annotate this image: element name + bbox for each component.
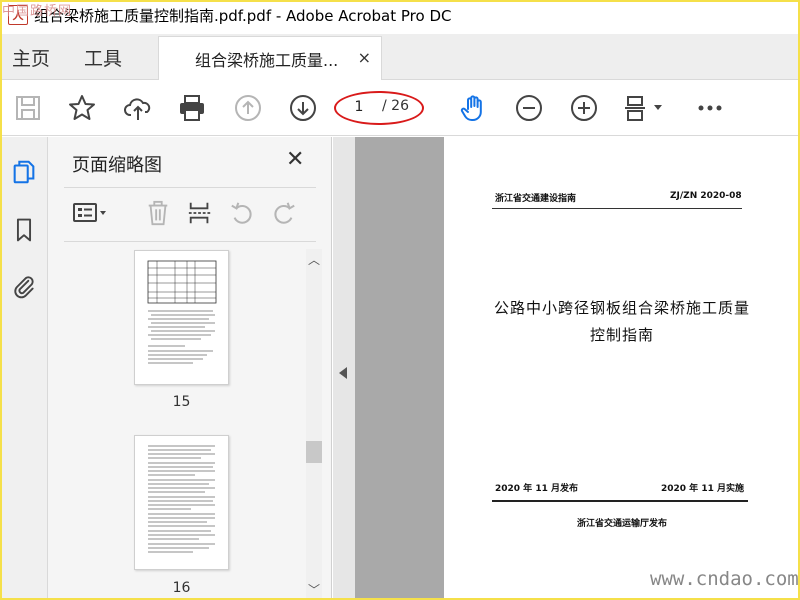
zoom-in-icon[interactable]	[568, 92, 600, 124]
doc-title-line1: 公路中小跨径钢板组合梁桥施工质量	[493, 299, 750, 317]
upload-cloud-icon[interactable]	[122, 92, 154, 124]
navigation-rail	[0, 137, 48, 600]
hand-tool-icon[interactable]	[458, 92, 490, 124]
save-icon[interactable]	[12, 92, 44, 124]
tab-tools[interactable]: 工具	[84, 44, 122, 71]
doc-header-left: 浙江省交通建设指南	[495, 194, 577, 204]
collapse-arrow-icon[interactable]	[339, 367, 347, 379]
more-icon[interactable]	[694, 92, 726, 124]
window-title: 组合梁桥施工质量控制指南.pdf.pdf - Adobe Acrobat Pro…	[34, 6, 452, 25]
tab-home[interactable]: 主页	[12, 44, 50, 71]
zoom-out-icon[interactable]	[513, 92, 545, 124]
insert-page-icon[interactable]	[186, 199, 214, 227]
tab-close-icon[interactable]: ×	[358, 48, 371, 67]
panel-close-icon[interactable]: ✕	[286, 147, 304, 172]
rotate-right-icon[interactable]	[270, 199, 298, 227]
thumbnail-options-icon[interactable]	[72, 199, 108, 227]
toolbar: 1 / 26	[0, 80, 800, 136]
next-page-icon[interactable]	[287, 92, 319, 124]
fit-page-icon[interactable]	[622, 92, 668, 124]
document-view[interactable]: 浙江省交通建设指南 ZJ/ZN 2020-08 公路中小跨径钢板组合梁桥施工质量…	[355, 137, 800, 600]
print-icon[interactable]	[176, 92, 208, 124]
scroll-down-icon[interactable]: ﹀	[308, 581, 320, 598]
panel-divider-2	[64, 241, 316, 242]
doc-title-line2: 控制指南	[589, 326, 654, 344]
highlight-ellipse	[334, 91, 424, 125]
delete-page-icon[interactable]	[144, 199, 172, 227]
scroll-up-icon[interactable]: ︿	[308, 251, 320, 268]
issue-date: 2020 年 11 月发布	[495, 484, 578, 494]
header-rule	[492, 208, 742, 209]
document-page: 浙江省交通建设指南 ZJ/ZN 2020-08 公路中小跨径钢板组合梁桥施工质量…	[444, 137, 800, 600]
prev-page-icon[interactable]	[232, 92, 264, 124]
panel-collapse-handle[interactable]	[333, 137, 355, 600]
page-thumbnails-icon[interactable]	[9, 157, 39, 187]
thumbnails-panel: 页面缩略图 ✕ 15 16 ︿ ﹀	[48, 137, 332, 600]
doc-header-right: ZJ/ZN 2020-08	[670, 191, 742, 201]
doc-title: 公路中小跨径钢板组合梁桥施工质量 控制指南	[464, 295, 780, 349]
attachments-icon[interactable]	[9, 271, 39, 301]
publisher: 浙江省交通运输厅发布	[576, 519, 667, 529]
rotate-left-icon[interactable]	[228, 199, 256, 227]
watermark-top: 中国路桥网	[2, 4, 73, 19]
page-thumbnail-15[interactable]	[134, 250, 229, 385]
effective-date: 2020 年 11 月实施	[661, 484, 744, 494]
tab-document[interactable]: 组合梁桥施工质量... ×	[158, 36, 382, 80]
watermark-bottom: www.cndao.com	[650, 568, 799, 590]
thumbnail-label: 15	[172, 394, 191, 410]
scrollbar-thumb[interactable]	[306, 441, 322, 463]
panel-title: 页面缩略图	[72, 155, 162, 176]
title-bar: 人 组合梁桥施工质量控制指南.pdf.pdf - Adobe Acrobat P…	[0, 0, 800, 30]
page-thumbnail-16[interactable]	[134, 435, 229, 570]
date-rule	[492, 500, 748, 502]
bookmarks-icon[interactable]	[9, 215, 39, 245]
tab-document-label: 组合梁桥施工质量...	[195, 50, 339, 70]
thumbnail-scrollbar[interactable]: ︿ ﹀	[306, 249, 322, 600]
tab-row: 主页 工具 组合梁桥施工质量... ×	[0, 34, 800, 80]
thumbnail-label: 16	[172, 580, 191, 596]
panel-divider	[64, 187, 316, 188]
bookmark-star-icon[interactable]	[66, 92, 98, 124]
